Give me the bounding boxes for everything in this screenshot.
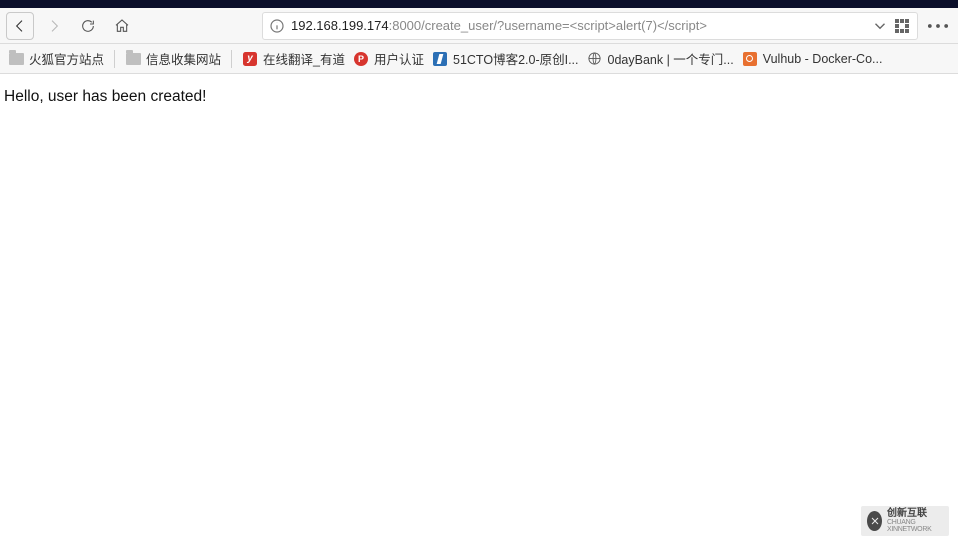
connection-info-icon[interactable]: [269, 18, 285, 34]
url-host: 192.168.199.174: [291, 18, 389, 33]
ellipsis-icon: [924, 12, 952, 40]
tab-strip: [0, 0, 958, 8]
watermark: 创新互联 CHUANG XINNETWORK: [861, 506, 949, 536]
home-icon: [114, 18, 130, 34]
separator: [231, 50, 232, 68]
favicon-youdao-icon: y: [242, 51, 258, 67]
reload-icon: [80, 18, 96, 34]
watermark-logo-icon: [867, 511, 882, 531]
bookmark-youdao[interactable]: y 在线翻译_有道: [242, 49, 345, 68]
folder-icon: [8, 51, 24, 67]
qr-icon[interactable]: [893, 17, 911, 35]
back-icon: [12, 18, 28, 34]
favicon-vulhub-icon: [742, 51, 758, 67]
forward-button: [40, 12, 68, 40]
bookmark-label: 信息收集网站: [146, 49, 221, 68]
navigation-toolbar: 192.168.199.174:8000/create_user/?userna…: [0, 8, 958, 44]
bookmarks-bar: 火狐官方站点 信息收集网站 y 在线翻译_有道 P 用户认证 51CTO博客2.…: [0, 44, 958, 74]
globe-icon: [587, 51, 603, 67]
bookmark-0daybank[interactable]: 0dayBank | 一个专门...: [587, 49, 734, 68]
back-button[interactable]: [6, 12, 34, 40]
bookmark-firefox-official[interactable]: 火狐官方站点: [8, 49, 104, 68]
reload-button[interactable]: [74, 12, 102, 40]
bookmark-info-collect[interactable]: 信息收集网站: [125, 49, 221, 68]
page-content: Hello, user has been created!: [0, 74, 958, 120]
bookmark-label: Vulhub - Docker-Co...: [763, 52, 883, 66]
bookmark-user-auth[interactable]: P 用户认证: [353, 49, 424, 68]
url-text: 192.168.199.174:8000/create_user/?userna…: [291, 18, 867, 33]
watermark-line1: 创新互联: [887, 509, 943, 519]
bookmark-label: 0dayBank | 一个专门...: [608, 49, 734, 68]
url-path: :8000/create_user/?username=<script>aler…: [389, 18, 707, 33]
forward-icon: [46, 18, 62, 34]
separator: [114, 50, 115, 68]
address-bar[interactable]: 192.168.199.174:8000/create_user/?userna…: [262, 12, 918, 40]
bookmark-vulhub[interactable]: Vulhub - Docker-Co...: [742, 51, 883, 67]
url-dropdown-icon[interactable]: [871, 17, 889, 35]
watermark-line2: CHUANG XINNETWORK: [887, 519, 943, 533]
favicon-p-icon: P: [353, 51, 369, 67]
folder-icon: [125, 51, 141, 67]
overflow-menu-button[interactable]: [924, 12, 952, 40]
favicon-51cto-icon: [432, 51, 448, 67]
home-button[interactable]: [108, 12, 136, 40]
bookmark-label: 在线翻译_有道: [263, 49, 345, 68]
bookmark-label: 用户认证: [374, 49, 424, 68]
bookmark-51cto[interactable]: 51CTO博客2.0-原创I...: [432, 49, 579, 68]
bookmark-label: 火狐官方站点: [29, 49, 104, 68]
bookmark-label: 51CTO博客2.0-原创I...: [453, 49, 579, 68]
page-message: Hello, user has been created!: [4, 88, 206, 105]
